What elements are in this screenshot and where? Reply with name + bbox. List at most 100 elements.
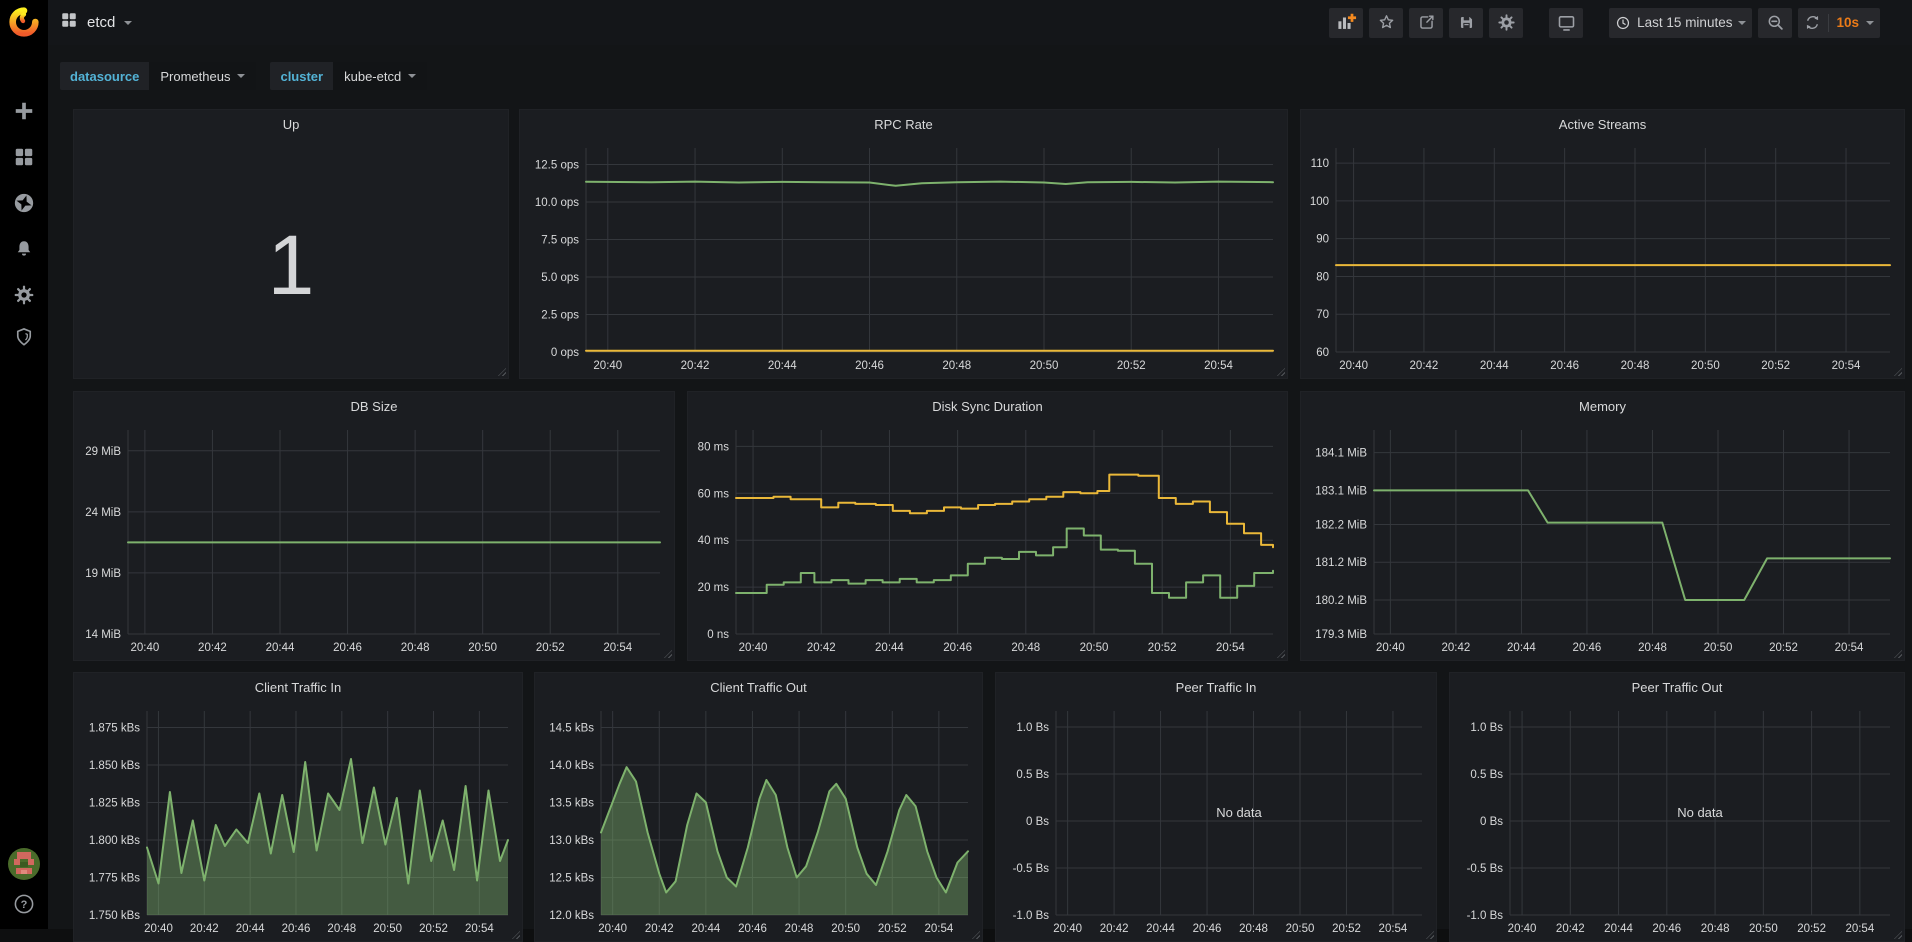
svg-text:184.1 MiB: 184.1 MiB: [1315, 448, 1367, 460]
svg-text:20:40: 20:40: [739, 642, 768, 654]
svg-text:70: 70: [1316, 309, 1329, 321]
svg-text:20:40: 20:40: [1339, 360, 1368, 372]
svg-text:1.0 Bs: 1.0 Bs: [1470, 722, 1503, 734]
shield-icon[interactable]: [13, 326, 35, 348]
panel-db-size: DB Size 20:4020:4220:4420:4620:4820:5020…: [73, 391, 675, 661]
variable-label: datasource: [60, 62, 149, 90]
rpc-rate-chart[interactable]: 20:4020:4220:4420:4620:4820:5020:5220:54…: [520, 110, 1287, 378]
svg-text:179.3 MiB: 179.3 MiB: [1315, 629, 1367, 641]
svg-text:14.0 kBs: 14.0 kBs: [549, 760, 594, 772]
variable-label: cluster: [270, 62, 333, 90]
svg-text:0.5 Bs: 0.5 Bs: [1470, 769, 1503, 781]
svg-text:183.1 MiB: 183.1 MiB: [1315, 485, 1367, 497]
grafana-dashboard: ? etcd: [0, 0, 1912, 929]
variable-datasource[interactable]: datasource Prometheus: [60, 62, 256, 90]
chevron-down-icon: [237, 74, 245, 78]
panel-up: Up 1: [73, 109, 509, 379]
svg-text:20:48: 20:48: [1638, 642, 1667, 654]
active-streams-chart[interactable]: 20:4020:4220:4420:4620:4820:5020:5220:54…: [1301, 110, 1904, 378]
svg-text:20:54: 20:54: [1832, 360, 1861, 372]
svg-text:?: ?: [21, 899, 28, 911]
svg-text:20:42: 20:42: [1556, 923, 1585, 935]
svg-text:1.875 kBs: 1.875 kBs: [89, 723, 140, 735]
dashboards-grid-icon[interactable]: [13, 146, 35, 168]
svg-text:60: 60: [1316, 347, 1329, 359]
svg-text:20:50: 20:50: [1030, 360, 1059, 372]
panel-peer-traffic-in: Peer Traffic In 20:4020:4220:4420:4620:4…: [995, 672, 1437, 942]
template-variables: datasource Prometheus cluster kube-etcd: [60, 62, 427, 90]
svg-text:20:46: 20:46: [333, 642, 362, 654]
db-size-chart[interactable]: 20:4020:4220:4420:4620:4820:5020:5220:54…: [74, 392, 674, 660]
svg-text:1.825 kBs: 1.825 kBs: [89, 798, 140, 810]
svg-text:20 ms: 20 ms: [698, 582, 730, 594]
svg-text:1.850 kBs: 1.850 kBs: [89, 760, 140, 772]
svg-text:20:46: 20:46: [1550, 360, 1579, 372]
variable-value: Prometheus: [160, 69, 230, 84]
svg-text:90: 90: [1316, 234, 1329, 246]
variable-cluster[interactable]: cluster kube-etcd: [270, 62, 427, 90]
svg-text:20:48: 20:48: [942, 360, 971, 372]
explore-compass-icon[interactable]: [13, 192, 35, 214]
svg-text:20:46: 20:46: [1652, 923, 1681, 935]
client-traffic-in-chart[interactable]: 20:4020:4220:4420:4620:4820:5020:5220:54…: [74, 673, 522, 941]
svg-text:20:54: 20:54: [1835, 642, 1864, 654]
svg-text:20:50: 20:50: [1691, 360, 1720, 372]
panel-active-streams: Active Streams 20:4020:4220:4420:4620:48…: [1300, 109, 1905, 379]
peer-traffic-out-chart[interactable]: 20:4020:4220:4420:4620:4820:5020:5220:54…: [1450, 673, 1904, 941]
svg-text:20:42: 20:42: [1442, 642, 1471, 654]
svg-text:No data: No data: [1216, 805, 1262, 820]
svg-text:20:54: 20:54: [1379, 923, 1408, 935]
svg-text:20:52: 20:52: [1797, 923, 1826, 935]
svg-text:182.2 MiB: 182.2 MiB: [1315, 519, 1367, 531]
svg-text:20:46: 20:46: [1573, 642, 1602, 654]
client-traffic-out-chart[interactable]: 20:4020:4220:4420:4620:4820:5020:5220:54…: [535, 673, 982, 941]
panel-title[interactable]: Up: [74, 117, 508, 132]
svg-text:181.2 MiB: 181.2 MiB: [1315, 557, 1367, 569]
svg-text:20:40: 20:40: [598, 923, 627, 935]
svg-text:-1.0 Bs: -1.0 Bs: [1013, 910, 1050, 922]
svg-text:100: 100: [1310, 196, 1329, 208]
stat-value: 1: [74, 223, 508, 307]
grafana-logo[interactable]: [7, 5, 41, 39]
svg-text:20:42: 20:42: [198, 642, 227, 654]
disk-sync-duration-chart[interactable]: 20:4020:4220:4420:4620:4820:5020:5220:54…: [688, 392, 1287, 660]
help-question-icon[interactable]: ?: [13, 893, 35, 915]
svg-text:80: 80: [1316, 271, 1329, 283]
panel-memory: Memory 20:4020:4220:4420:4620:4820:5020:…: [1300, 391, 1905, 661]
svg-text:20:46: 20:46: [738, 923, 767, 935]
alerting-bell-icon[interactable]: [13, 238, 35, 260]
svg-text:20:44: 20:44: [875, 642, 904, 654]
svg-text:20:54: 20:54: [1204, 360, 1233, 372]
svg-text:20:40: 20:40: [1053, 923, 1082, 935]
svg-text:20:52: 20:52: [536, 642, 565, 654]
memory-chart[interactable]: 20:4020:4220:4420:4620:4820:5020:5220:54…: [1301, 392, 1904, 660]
svg-text:20:52: 20:52: [878, 923, 907, 935]
svg-text:20:42: 20:42: [681, 360, 710, 372]
svg-text:19 MiB: 19 MiB: [85, 568, 121, 580]
panel-client-traffic-out: Client Traffic Out 20:4020:4220:4420:462…: [534, 672, 983, 942]
svg-text:20:44: 20:44: [236, 923, 265, 935]
user-avatar[interactable]: [8, 848, 40, 880]
svg-text:20:52: 20:52: [1117, 360, 1146, 372]
svg-text:20:54: 20:54: [603, 642, 632, 654]
peer-traffic-in-chart[interactable]: 20:4020:4220:4420:4620:4820:5020:5220:54…: [996, 673, 1436, 941]
svg-text:10.0 ops: 10.0 ops: [535, 197, 579, 209]
svg-text:20:48: 20:48: [401, 642, 430, 654]
svg-text:20:44: 20:44: [266, 642, 295, 654]
svg-text:20:42: 20:42: [1410, 360, 1439, 372]
configuration-gear-icon[interactable]: [13, 284, 35, 306]
svg-text:No data: No data: [1677, 805, 1723, 820]
svg-text:20:48: 20:48: [327, 923, 356, 935]
svg-text:60 ms: 60 ms: [698, 488, 730, 500]
svg-text:20:50: 20:50: [1704, 642, 1733, 654]
svg-text:20:54: 20:54: [1845, 923, 1874, 935]
plus-icon[interactable]: [13, 100, 35, 122]
svg-text:20:40: 20:40: [130, 642, 159, 654]
svg-text:20:48: 20:48: [1621, 360, 1650, 372]
svg-text:20:54: 20:54: [924, 923, 953, 935]
svg-text:20:44: 20:44: [1146, 923, 1175, 935]
svg-text:20:44: 20:44: [1507, 642, 1536, 654]
svg-text:20:52: 20:52: [1332, 923, 1361, 935]
panel-disk-sync-duration: Disk Sync Duration 20:4020:4220:4420:462…: [687, 391, 1288, 661]
svg-text:29 MiB: 29 MiB: [85, 446, 121, 458]
